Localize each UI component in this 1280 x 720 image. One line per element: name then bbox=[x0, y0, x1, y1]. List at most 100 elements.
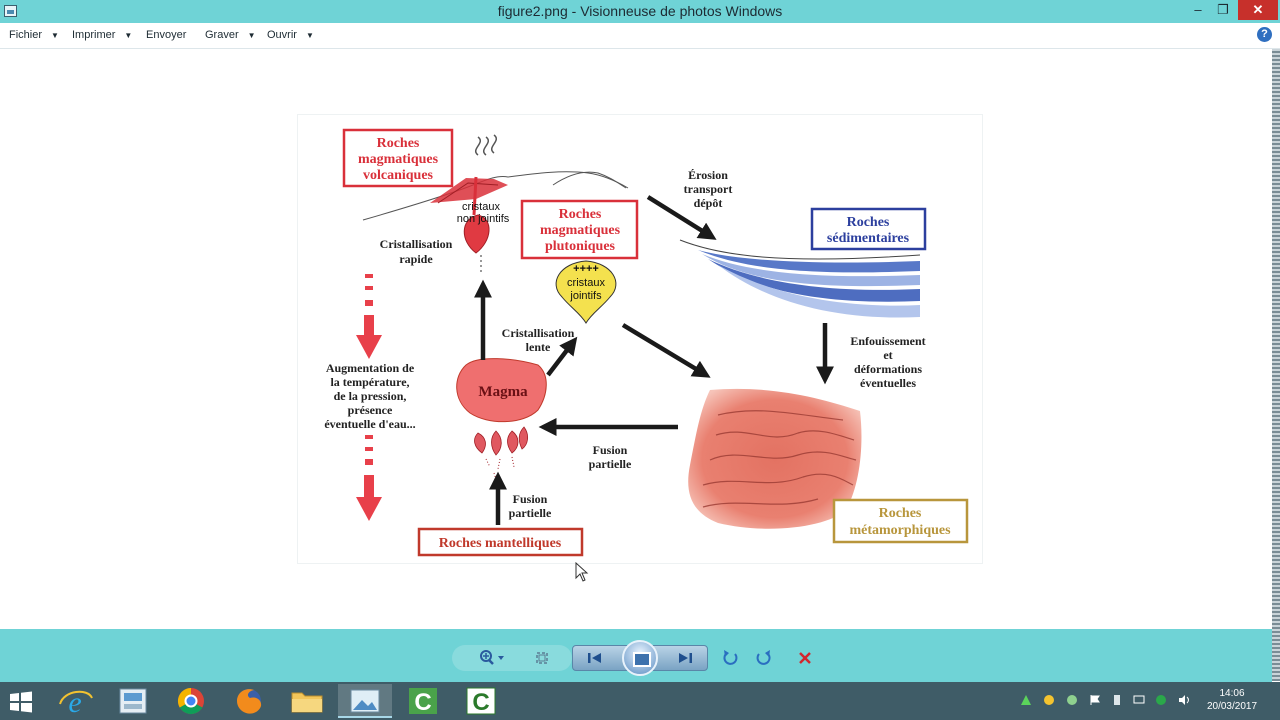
label-line: non jointifs bbox=[457, 213, 510, 225]
menu-label: Graver bbox=[205, 29, 239, 41]
tray-flag-icon[interactable] bbox=[1089, 694, 1101, 706]
help-icon[interactable]: ? bbox=[1257, 27, 1272, 42]
previous-icon[interactable] bbox=[585, 650, 605, 666]
control-panel-icon bbox=[119, 688, 147, 714]
box-line: Roches mantelliques bbox=[439, 536, 562, 551]
photo-viewer-icon bbox=[350, 689, 380, 713]
rotate-right-icon[interactable] bbox=[754, 649, 772, 667]
clock-date: 20/03/2017 bbox=[1206, 701, 1258, 712]
label-line: partielle bbox=[509, 506, 552, 520]
menu-label: Envoyer bbox=[146, 29, 187, 41]
label-line: dépôt bbox=[694, 196, 723, 210]
label-line: Cristallisation bbox=[502, 326, 575, 340]
label-line: rapide bbox=[399, 252, 433, 266]
tray-volume-icon[interactable] bbox=[1178, 694, 1190, 706]
tray-triangle-icon[interactable] bbox=[1020, 694, 1032, 706]
box-roches-volcaniques: Roches magmatiques volcaniques bbox=[342, 128, 454, 188]
delete-icon[interactable] bbox=[797, 650, 813, 666]
window-edge bbox=[1272, 49, 1280, 681]
label-line: jointifs bbox=[569, 290, 602, 302]
box-line: plutoniques bbox=[545, 239, 616, 254]
taskbar-firefox[interactable] bbox=[222, 684, 276, 718]
cristallisation-lente-label: Cristallisation lente bbox=[502, 326, 575, 354]
next-icon[interactable] bbox=[675, 650, 695, 666]
svg-text:C: C bbox=[414, 689, 431, 716]
label-line: lente bbox=[526, 340, 551, 354]
taskbar-camtasia-recorder[interactable]: C bbox=[454, 684, 508, 718]
tray-device-icon[interactable] bbox=[1111, 694, 1123, 706]
box-line: magmatiques bbox=[358, 152, 439, 167]
label-line: Cristallisation bbox=[380, 237, 453, 251]
label-line: déformations bbox=[854, 362, 922, 376]
label-line: Fusion bbox=[593, 443, 628, 457]
taskbar-photo-viewer[interactable] bbox=[338, 684, 392, 718]
tray-update-icon[interactable] bbox=[1066, 694, 1078, 706]
menu-ouvrir[interactable]: Ouvrir ▼ bbox=[267, 29, 314, 41]
chevron-down-icon: ▼ bbox=[51, 31, 59, 40]
slideshow-icon[interactable] bbox=[622, 640, 658, 676]
title-bar[interactable]: figure2.png - Visionneuse de photos Wind… bbox=[0, 0, 1280, 23]
menu-label: Ouvrir bbox=[267, 29, 297, 41]
box-line: Roches bbox=[879, 506, 922, 521]
label-line: éventuelles bbox=[860, 376, 916, 390]
box-line: volcaniques bbox=[363, 168, 434, 183]
internet-explorer-icon: e bbox=[59, 686, 93, 719]
augmentation-label: Augmentation de la température, de la pr… bbox=[324, 361, 415, 431]
tray-norton-icon[interactable] bbox=[1043, 694, 1055, 706]
taskbar-control-panel[interactable] bbox=[106, 684, 160, 718]
box-line: Roches bbox=[559, 207, 602, 222]
pluton-to-metamorphic-arrow bbox=[621, 323, 711, 378]
taskbar-chrome[interactable] bbox=[164, 684, 218, 718]
cristallisation-rapide-label: Cristallisation rapide bbox=[380, 237, 453, 266]
box-roches-mantelliques: Roches mantelliques bbox=[417, 527, 584, 557]
chevron-down-icon: ▼ bbox=[247, 31, 256, 40]
tray-network-icon[interactable] bbox=[1133, 694, 1145, 706]
label-line: cristaux bbox=[567, 277, 605, 289]
close-button[interactable]: ✕ bbox=[1238, 0, 1278, 20]
crystal-marks: ++++ bbox=[573, 263, 599, 275]
window-title: figure2.png - Visionneuse de photos Wind… bbox=[497, 3, 783, 19]
taskbar-internet-explorer[interactable]: e bbox=[48, 684, 102, 719]
mouse-cursor-icon bbox=[575, 562, 589, 582]
rock-cycle-diagram: Roches magmatiques volcaniques cristaux … bbox=[324, 128, 969, 557]
box-roches-plutoniques: Roches magmatiques plutoniques bbox=[520, 199, 639, 260]
fusion-partielle-bottom-label: Fusion partielle bbox=[509, 492, 552, 520]
clock-time: 14:06 bbox=[1219, 688, 1245, 699]
chevron-down-icon: ▼ bbox=[305, 31, 314, 40]
windows-start-icon[interactable] bbox=[9, 691, 33, 713]
chevron-down-icon: ▼ bbox=[124, 31, 133, 40]
rotate-left-icon[interactable] bbox=[722, 649, 740, 667]
taskbar-camtasia[interactable]: C bbox=[396, 684, 450, 718]
actual-size-icon[interactable] bbox=[534, 650, 550, 666]
magma-to-pluton-arrow bbox=[546, 336, 578, 377]
camtasia-icon: C bbox=[409, 688, 437, 716]
box-line: sédimentaires bbox=[827, 231, 910, 246]
box-line: magmatiques bbox=[540, 223, 621, 238]
taskbar-file-explorer[interactable] bbox=[280, 684, 334, 718]
zoom-group bbox=[452, 645, 572, 671]
menu-bar: Fichier ▼ Imprimer ▼ Envoyer Graver ▼ Ouvri… bbox=[0, 23, 1280, 49]
system-clock[interactable]: 14:06 20/03/2017 bbox=[1200, 687, 1264, 713]
enfouissement-label: Enfouissement et déformations éventuelle… bbox=[850, 334, 925, 390]
magma-chamber: Magma bbox=[456, 358, 547, 480]
box-line: Roches bbox=[377, 136, 420, 151]
box-line: métamorphiques bbox=[849, 523, 951, 538]
label-line: Érosion bbox=[688, 168, 728, 182]
tray-security-icon[interactable] bbox=[1155, 694, 1167, 706]
box-line: Roches bbox=[847, 215, 890, 230]
taskbar: e C C 14:06 20/03/2017 bbox=[0, 682, 1280, 720]
label-line: de la pression, bbox=[334, 389, 407, 403]
menu-fichier[interactable]: Fichier ▼ bbox=[9, 29, 59, 41]
zoom-icon[interactable] bbox=[478, 649, 506, 667]
menu-label: Fichier bbox=[9, 29, 43, 41]
menu-graver[interactable]: Graver ▼ bbox=[205, 29, 256, 41]
menu-envoyer[interactable]: Envoyer bbox=[146, 29, 186, 41]
label-line: Enfouissement bbox=[850, 334, 925, 348]
label-line: Fusion bbox=[513, 492, 548, 506]
menu-label: Imprimer bbox=[72, 29, 116, 41]
chrome-icon bbox=[177, 687, 204, 715]
menu-imprimer[interactable]: Imprimer ▼ bbox=[72, 29, 132, 41]
maximize-button[interactable]: ❐ bbox=[1208, 0, 1238, 20]
label-line: transport bbox=[684, 182, 733, 196]
pluton-drop: ++++ cristaux jointifs bbox=[555, 260, 617, 324]
